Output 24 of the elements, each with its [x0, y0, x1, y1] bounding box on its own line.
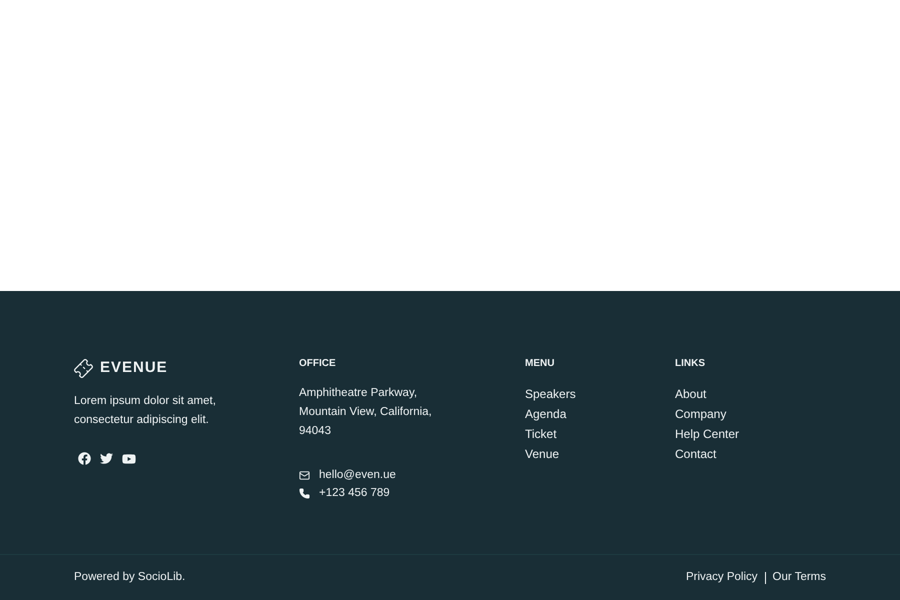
column-heading: MENU — [525, 357, 556, 371]
phone-number: +123 456 789 — [319, 486, 390, 501]
column-heading: LINKS — [675, 357, 706, 371]
brand-name: EVENUE — [100, 358, 168, 378]
footer-link[interactable]: Speakers — [525, 387, 576, 401]
youtube-icon[interactable] — [122, 452, 136, 466]
office-address: Amphitheatre Parkway, Mountain View, California, 94043 — [299, 386, 433, 439]
footer-link[interactable]: Agenda — [525, 407, 566, 421]
powered-by-text: Powered by SocioLib. — [74, 570, 186, 585]
legal-link[interactable]: Privacy Policy — [686, 568, 758, 586]
legal-link[interactable]: Our Terms — [772, 568, 826, 586]
facebook-icon[interactable] — [78, 452, 91, 464]
footer-link[interactable]: Company — [675, 407, 726, 421]
mail-icon — [299, 470, 310, 480]
footer-link[interactable]: Ticket — [525, 427, 557, 441]
column-heading: OFFICE — [299, 357, 337, 371]
email-address: hello@even.ue — [319, 468, 396, 483]
footer-link[interactable]: Venue — [525, 447, 560, 461]
footer-link[interactable]: About — [675, 387, 706, 401]
footer-link[interactable]: Help Center — [675, 427, 740, 441]
twitter-icon[interactable] — [100, 452, 113, 464]
phone-icon — [299, 488, 310, 498]
footer-link[interactable]: Contact — [675, 447, 716, 461]
tagline: Lorem ipsum dolor sit amet, consectetur adipiscing elit. — [74, 394, 217, 428]
